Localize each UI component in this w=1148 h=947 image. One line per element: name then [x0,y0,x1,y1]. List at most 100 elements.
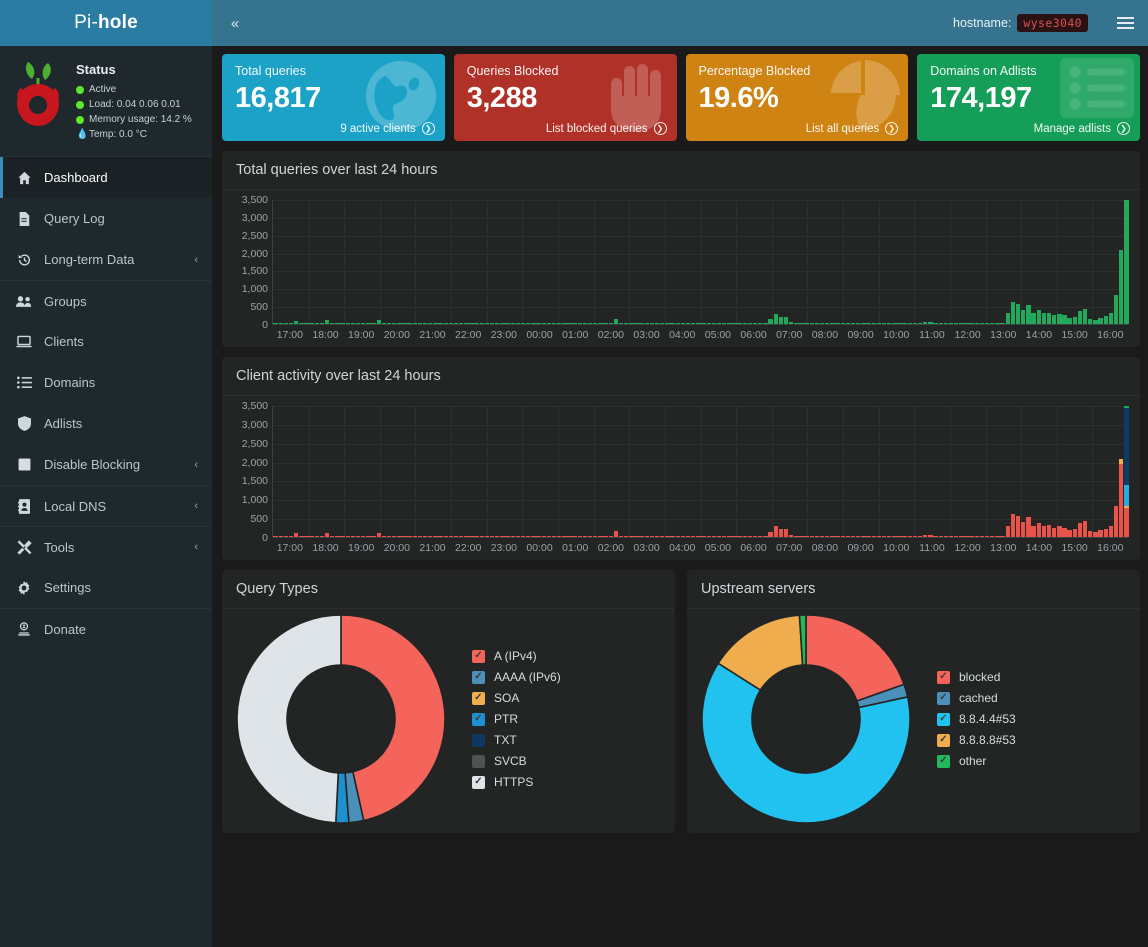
chart-bar [598,535,603,537]
chart-bar [1113,506,1119,537]
x-tick-label: 07:00 [776,542,803,554]
chart-bar [1041,525,1047,537]
chart-bar [727,322,732,324]
x-tick-label: 16:00 [1097,329,1124,341]
arrow-right-icon: ❯ [421,122,435,135]
chart-bar [814,322,820,324]
chart-bar [489,535,495,537]
upstream-servers-legend-item[interactable]: ✓ other [937,751,1130,772]
x-tick-label: 08:00 [811,542,839,554]
donut-slice[interactable] [236,614,342,824]
sidebar-item-groups[interactable]: Groups [0,280,212,321]
brand-thin: Pi- [74,12,98,33]
legend-checkbox[interactable] [472,733,485,747]
stat-card-footer-link[interactable]: List blocked queries ❯ [454,120,677,141]
upstream-servers-legend-item[interactable]: ✓ 8.8.4.4#53 [937,709,1130,730]
query-types-legend-item[interactable]: ✓ PTR [472,709,665,730]
legend-checkbox[interactable]: ✓ [937,691,950,705]
query-types-legend-item[interactable]: TXT [472,730,665,751]
chart-bar [1010,513,1016,537]
stat-card-footer-link[interactable]: List all queries ❯ [686,120,909,141]
legend-checkbox[interactable]: ✓ [472,691,485,705]
sidebar-item-settings[interactable]: Settings [0,567,212,608]
legend-checkbox[interactable]: ✓ [472,712,485,726]
legend-label: PTR [494,712,518,726]
chart-bar [701,535,706,537]
chevron-left-icon: ‹ [194,500,198,512]
chart-bar [1041,313,1047,324]
legend-checkbox[interactable]: ✓ [937,733,950,747]
x-tick-label: 14:00 [1025,542,1053,554]
y-tick-label: 3,000 [241,211,268,224]
query-types-legend-item[interactable]: SVCB [472,751,665,772]
legend-checkbox[interactable]: ✓ [937,754,950,768]
hamburger-menu-icon[interactable] [1102,0,1148,46]
sidebar-item-adlists[interactable]: Adlists [0,403,212,444]
memory-dot-icon [76,115,84,124]
stat-card-queries-blocked[interactable]: Queries Blocked 3,288 List blocked queries… [453,54,677,141]
brand-logo[interactable]: Pi-hole [0,0,212,46]
chart-bar [386,322,392,324]
x-tick-label: 09:00 [847,542,874,554]
legend-checkbox[interactable]: ✓ [472,649,485,663]
legend-checkbox[interactable]: ✓ [937,670,950,684]
stat-card-domains-on-adlists[interactable]: Domains on Adlists 174,197 Manage adlists ❯ [917,54,1140,141]
sidebar-nav: Dashboard Query Log Long-term Data ‹ Groups C… [0,157,212,649]
chart-bar [696,322,701,324]
sidebar-item-domains[interactable]: Domains [0,362,212,403]
chart-bar [685,322,691,324]
chart-bar [938,322,943,324]
stat-card-footer-link[interactable]: Manage adlists ❯ [917,120,1140,141]
chart-bar [752,535,758,537]
chart-bar [861,535,866,537]
legend-checkbox[interactable]: ✓ [937,712,950,726]
chart-bar [448,322,454,324]
stat-card-percentage-blocked[interactable]: Percentage Blocked 19.6% List all queries ❯ [685,54,909,141]
query-types-legend-item[interactable]: ✓ A (IPv4) [472,646,665,667]
donut-slice[interactable] [805,614,906,703]
x-tick-label: 08:00 [811,329,839,341]
sidebar-collapse-button[interactable]: « [212,0,258,46]
arrow-right-icon: ❯ [653,122,667,135]
chart-bar [371,322,376,324]
legend-checkbox[interactable] [472,754,485,768]
chart-bar [912,322,918,324]
chart-bar [819,322,825,324]
query-types-legend-item[interactable]: ✓ HTTPS [472,772,665,793]
sidebar-item-query-log[interactable]: Query Log [0,198,212,239]
chart-bar [706,535,711,537]
chart-bar [701,322,706,324]
query-types-legend-item[interactable]: ✓ AAAA (IPv6) [472,667,665,688]
legend-checkbox[interactable]: ✓ [472,670,485,684]
chart-bar [886,322,892,324]
status-active-label: Active [89,84,117,95]
sidebar-item-clients[interactable]: Clients [0,321,212,362]
chart-bar [856,322,861,324]
stat-card-footer-label: List blocked queries [545,122,648,135]
sidebar-item-local-dns[interactable]: Local DNS ‹ [0,485,212,526]
chart-bar [443,322,448,324]
sidebar-item-disable-blocking[interactable]: Disable Blocking ‹ [0,444,212,485]
sidebar-item-tools[interactable]: Tools ‹ [0,526,212,567]
chart-bar [314,322,320,324]
chart-bar [433,322,438,324]
sidebar-item-donate[interactable]: Donate [0,608,212,649]
chart-bar [397,535,402,537]
upstream-servers-legend-item[interactable]: ✓ cached [937,688,1130,709]
chart-bar [520,535,526,537]
y-tick-label: 2,000 [241,247,268,260]
client-activity-plot [272,405,1129,538]
chart-bar [783,316,789,324]
upstream-servers-legend-item[interactable]: ✓ 8.8.8.8#53 [937,730,1130,751]
x-tick-label: 13:00 [990,542,1017,554]
chart-bar [443,535,448,537]
chart-bar [381,322,387,324]
upstream-servers-legend-item[interactable]: ✓ blocked [937,667,1130,688]
legend-checkbox[interactable]: ✓ [472,775,485,789]
stat-card-total-queries[interactable]: Total queries 16,817 9 active clients ❯ [222,54,445,141]
query-types-legend-item[interactable]: ✓ SOA [472,688,665,709]
stat-card-footer-link[interactable]: 9 active clients ❯ [222,120,445,141]
sidebar-item-dashboard[interactable]: Dashboard [0,157,212,198]
sidebar-item-long-term-data[interactable]: Long-term Data ‹ [0,239,212,280]
chart-bar [1119,249,1124,324]
